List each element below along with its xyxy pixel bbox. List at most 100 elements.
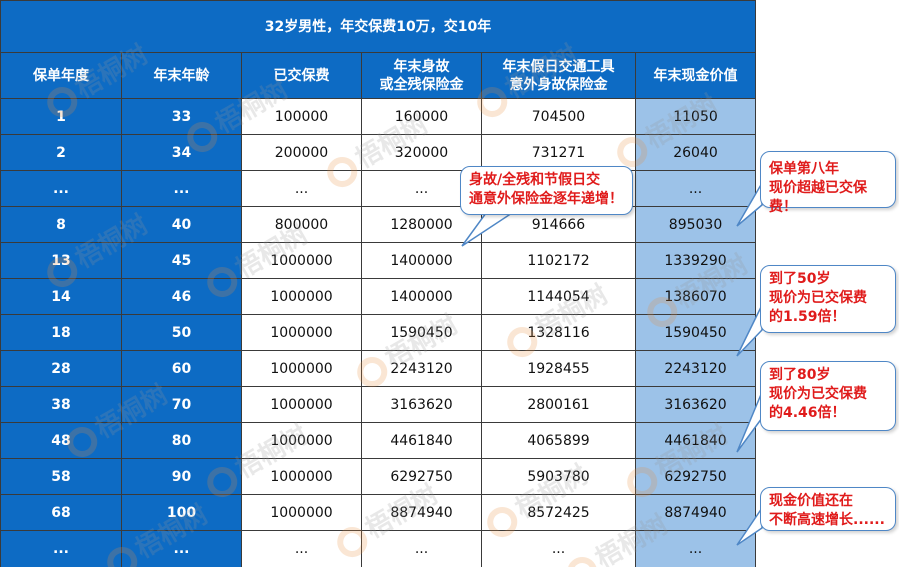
cell-age: 45 — [121, 242, 242, 279]
cell-death-benefit: 1400000 — [361, 242, 482, 279]
cell-cash-value: 1590450 — [634, 314, 757, 351]
table-row: 14 46 1000000 1400000 1144054 1386070 — [0, 278, 757, 315]
cell-age: ... — [121, 170, 242, 207]
cell-policy-year: 68 — [0, 494, 122, 531]
cell-policy-year: 18 — [0, 314, 122, 351]
cell-age: ... — [121, 530, 242, 567]
cell-holiday-accident-benefit: 1928455 — [481, 350, 636, 387]
cell-policy-year: 2 — [0, 134, 122, 171]
cell-death-benefit: 4461840 — [361, 422, 482, 459]
table-row: 2 34 200000 320000 731271 26040 — [0, 134, 757, 171]
cell-age: 70 — [121, 386, 242, 423]
cell-policy-year: 14 — [0, 278, 122, 315]
table-row: 48 80 1000000 4461840 4065899 4461840 — [0, 422, 757, 459]
cell-paid-premium: 1000000 — [241, 242, 362, 279]
cell-policy-year: 1 — [0, 98, 122, 135]
cell-policy-year: ... — [0, 530, 122, 567]
cell-death-benefit: 160000 — [361, 98, 482, 135]
cell-cash-value: 4461840 — [634, 422, 757, 459]
cell-holiday-accident-benefit: 5903780 — [481, 458, 636, 495]
header-paid-premium: 已交保费 — [241, 52, 362, 99]
table-row: 18 50 1000000 1590450 1328116 1590450 — [0, 314, 757, 351]
cell-age: 100 — [121, 494, 242, 531]
header-age: 年末年龄 — [121, 52, 242, 99]
cell-paid-premium: 1000000 — [241, 422, 362, 459]
callout-year8: 保单第八年 现价超越已交保费！ — [760, 151, 896, 215]
cell-age: 50 — [121, 314, 242, 351]
cell-cash-value: ... — [634, 530, 757, 567]
cell-holiday-accident-benefit: 2800161 — [481, 386, 636, 423]
cell-age: 33 — [121, 98, 242, 135]
cell-death-benefit: 320000 — [361, 134, 482, 171]
callout-increase: 身故/全残和节假日交 通意外保险金逐年递增！ — [460, 166, 633, 215]
callout-age80: 到了80岁 现价为已交保费 的4.46倍！ — [760, 361, 896, 431]
cell-holiday-accident-benefit: 1102172 — [481, 242, 636, 279]
callout-age50: 到了50岁 现价为已交保费 的1.59倍！ — [760, 265, 896, 333]
cell-age: 80 — [121, 422, 242, 459]
cell-holiday-accident-benefit: 704500 — [481, 98, 636, 135]
table-row: 13 45 1000000 1400000 1102172 1339290 — [0, 242, 757, 279]
table-row: ............... — [0, 170, 757, 207]
table-row: 1 33 100000 160000 704500 11050 — [0, 98, 757, 135]
cell-holiday-accident-benefit: ... — [481, 530, 636, 567]
cell-age: 46 — [121, 278, 242, 315]
cell-cash-value: ... — [634, 170, 757, 207]
cell-holiday-accident-benefit: 8572425 — [481, 494, 636, 531]
cell-cash-value: 11050 — [634, 98, 757, 135]
header-cash-value: 年末现金价值 — [634, 52, 757, 99]
header-death-benefit: 年末身故 或全残保险金 — [361, 52, 482, 99]
cell-cash-value: 3163620 — [634, 386, 757, 423]
table-row: 68 100 1000000 8874940 8572425 8874940 — [0, 494, 757, 531]
cell-death-benefit: 1400000 — [361, 278, 482, 315]
cell-age: 90 — [121, 458, 242, 495]
header-policy-year: 保单年度 — [0, 52, 122, 99]
callout-growth: 现金价值还在 不断高速增长...... — [760, 487, 896, 531]
cell-paid-premium: 800000 — [241, 206, 362, 243]
cell-policy-year: ... — [0, 170, 122, 207]
cell-paid-premium: 1000000 — [241, 314, 362, 351]
table-row: 58 90 1000000 6292750 5903780 6292750 — [0, 458, 757, 495]
cell-paid-premium: 1000000 — [241, 458, 362, 495]
cell-death-benefit: 3163620 — [361, 386, 482, 423]
cell-death-benefit: 6292750 — [361, 458, 482, 495]
cell-death-benefit: ... — [361, 530, 482, 567]
table-row: 8 40 800000 1280000 914666 895030 — [0, 206, 757, 243]
cell-paid-premium: 1000000 — [241, 278, 362, 315]
table-row: 28 60 1000000 2243120 1928455 2243120 — [0, 350, 757, 387]
cell-holiday-accident-benefit: 4065899 — [481, 422, 636, 459]
cell-policy-year: 13 — [0, 242, 122, 279]
cell-age: 60 — [121, 350, 242, 387]
cell-death-benefit: 2243120 — [361, 350, 482, 387]
cell-cash-value: 2243120 — [634, 350, 757, 387]
cell-paid-premium: ... — [241, 530, 362, 567]
cell-death-benefit: 8874940 — [361, 494, 482, 531]
cell-policy-year: 38 — [0, 386, 122, 423]
cell-age: 40 — [121, 206, 242, 243]
cell-policy-year: 58 — [0, 458, 122, 495]
table-body: 1 33 100000 160000 704500 11050 2 34 200000 32000… — [0, 98, 757, 567]
cell-holiday-accident-benefit: 1328116 — [481, 314, 636, 351]
insurance-benefit-table: 32岁男性，年交保费10万，交10年 保单年度 年末年龄 已交保费 年末身故 或… — [0, 0, 757, 567]
cell-cash-value: 1339290 — [634, 242, 757, 279]
cell-cash-value: 8874940 — [634, 494, 757, 531]
table-row: 38 70 1000000 3163620 2800161 3163620 — [0, 386, 757, 423]
cell-policy-year: 8 — [0, 206, 122, 243]
header-row: 保单年度 年末年龄 已交保费 年末身故 或全残保险金 年末假日交通工具 意外身故… — [0, 52, 757, 99]
cell-cash-value: 26040 — [634, 134, 757, 171]
cell-paid-premium: 1000000 — [241, 386, 362, 423]
header-holiday-accident-benefit: 年末假日交通工具 意外身故保险金 — [481, 52, 636, 99]
cell-policy-year: 48 — [0, 422, 122, 459]
cell-death-benefit: 1590450 — [361, 314, 482, 351]
cell-paid-premium: 100000 — [241, 98, 362, 135]
cell-policy-year: 28 — [0, 350, 122, 387]
cell-paid-premium: 1000000 — [241, 350, 362, 387]
cell-cash-value: 895030 — [634, 206, 757, 243]
cell-paid-premium: ... — [241, 170, 362, 207]
cell-paid-premium: 200000 — [241, 134, 362, 171]
cell-age: 34 — [121, 134, 242, 171]
cell-cash-value: 1386070 — [634, 278, 757, 315]
table-title: 32岁男性，年交保费10万，交10年 — [0, 0, 757, 53]
table-row: .................. — [0, 530, 757, 567]
cell-holiday-accident-benefit: 1144054 — [481, 278, 636, 315]
cell-paid-premium: 1000000 — [241, 494, 362, 531]
